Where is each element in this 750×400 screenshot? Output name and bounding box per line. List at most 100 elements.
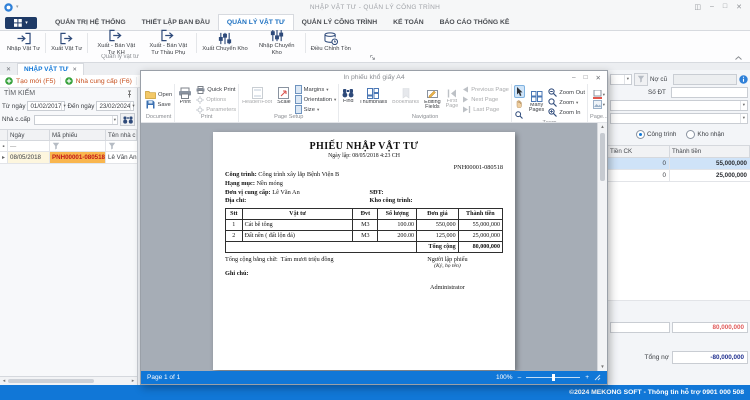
nha-cung-cap-button[interactable]: Nhà cung cấp (F6)	[65, 77, 137, 85]
ribbon-tab-bao-cao-thong-ke[interactable]: BÁO CÁO THỐNG KÊ	[432, 15, 518, 30]
column-header-ten-nha-cc[interactable]: Tên nhà c.c	[106, 130, 137, 140]
cell-thanh-tien[interactable]: 55,000,000	[670, 158, 750, 169]
last-page-button[interactable]: Last Page	[462, 105, 509, 114]
header-footer-button[interactable]: Header/Footer	[241, 87, 273, 112]
zoom-plus-icon[interactable]: +	[585, 374, 589, 381]
to-date-input[interactable]: 23/02/2024 ▾	[96, 101, 134, 111]
editing-fields-button[interactable]: Editing Fields	[423, 88, 441, 112]
previous-page-button[interactable]: Previous Page	[462, 85, 509, 94]
close-icon[interactable]: ✕	[596, 74, 601, 82]
grid-filter-row[interactable]: ▪ —	[0, 141, 137, 152]
nhap-vat-tu-button[interactable]: Nhập Vật Tư	[4, 31, 43, 53]
cell-tien-ck[interactable]: 0	[608, 158, 670, 169]
size-button[interactable]: Size▾	[295, 105, 337, 114]
find-button[interactable]: Find	[341, 88, 355, 111]
close-tab-icon[interactable]: ✕	[6, 66, 11, 73]
many-pages-button[interactable]: Many Pages	[528, 91, 545, 115]
combo-field[interactable]: ▾	[610, 113, 748, 124]
zoom-button[interactable]: Zoom▾	[548, 98, 585, 107]
table-row[interactable]: ▸ 08/05/2018 PNH00001-080518 Lê Văn An	[0, 152, 137, 164]
close-icon[interactable]: ✕	[736, 3, 742, 11]
resize-grip-icon[interactable]	[594, 374, 601, 381]
chevron-down-icon[interactable]: ▾	[61, 102, 66, 110]
search-button[interactable]	[120, 113, 135, 126]
info-icon[interactable]	[739, 75, 748, 84]
hand-tool-button[interactable]	[514, 99, 525, 109]
maximize-icon[interactable]: □	[584, 74, 588, 81]
sdt-field[interactable]	[671, 87, 748, 98]
scrollbar-thumb[interactable]	[8, 379, 94, 383]
filter-cell[interactable]	[50, 141, 106, 151]
style-icon[interactable]: ◫	[694, 3, 701, 11]
combo-field[interactable]: ▾	[610, 100, 748, 111]
radio-kho-nhan[interactable]	[686, 130, 695, 139]
maximize-icon[interactable]: □	[723, 3, 727, 11]
cell-code[interactable]: PNH00001-080518	[50, 152, 106, 163]
dialog-launcher-icon[interactable]	[370, 55, 375, 60]
tao-moi-button[interactable]: Tạo mới (F5)	[5, 77, 61, 85]
from-date-input[interactable]: 01/02/2017 ▾	[27, 101, 65, 111]
margins-button[interactable]: Margins▾	[295, 85, 337, 94]
dialog-title-bar[interactable]: In phiếu khổ giấy A4 – □ ✕	[141, 71, 607, 84]
filter-cell[interactable]	[106, 141, 137, 151]
supplier-combo[interactable]: ▾	[34, 115, 118, 125]
zoom-in-button[interactable]: Zoom In	[548, 108, 585, 117]
filter-button[interactable]	[634, 73, 648, 86]
table-row[interactable]: 0 55,000,000	[608, 158, 750, 170]
cell-supplier[interactable]: Lê Văn An	[106, 152, 137, 163]
app-menu-button[interactable]: ▾	[5, 17, 37, 29]
print-button[interactable]: Print	[177, 87, 193, 112]
column-header-ma-phieu[interactable]: Mã phiếu	[50, 130, 106, 140]
vertical-scrollbar[interactable]: ▲ ▼	[597, 123, 607, 371]
next-page-button[interactable]: Next Page	[462, 95, 509, 104]
column-header-ngay[interactable]: Ngày	[8, 130, 50, 140]
scrollbar-thumb[interactable]	[600, 133, 605, 181]
open-button[interactable]: Open	[145, 90, 172, 99]
minimize-icon[interactable]: –	[572, 74, 576, 81]
xuat-chuyen-kho-button[interactable]: Xuất Chuyển Kho	[199, 31, 250, 53]
cell-date[interactable]: 08/05/2018	[8, 152, 50, 163]
save-button[interactable]: Save	[146, 100, 170, 109]
cell-thanh-tien[interactable]: 25,000,000	[670, 170, 750, 181]
chevron-down-icon[interactable]: ▾	[112, 116, 117, 124]
quick-print-button[interactable]: Quick Print	[196, 85, 236, 94]
radio-cong-trinh[interactable]	[636, 130, 645, 139]
scroll-up-icon[interactable]: ▲	[598, 123, 607, 131]
ribbon-tab-quan-ly-vat-tu[interactable]: QUẢN LÝ VẬT TƯ	[218, 14, 294, 30]
slider-thumb[interactable]	[552, 374, 555, 381]
scroll-down-icon[interactable]: ▼	[598, 363, 607, 371]
scale-button[interactable]: Scale	[276, 87, 292, 112]
zoom-minus-icon[interactable]: –	[518, 374, 522, 381]
thumbnails-button[interactable]: Thumbnails	[358, 88, 388, 112]
column-header-tien-ck[interactable]: Tiền CK	[608, 146, 670, 157]
xuat-ban-vat-tu-kh-button[interactable]: Xuất - Bán Vật Tư KH	[90, 28, 142, 56]
watermark-button[interactable]: ▾	[593, 100, 605, 109]
options-button[interactable]: Options	[196, 95, 236, 104]
pointer-tool-button[interactable]	[514, 85, 525, 98]
pin-icon[interactable]	[126, 90, 133, 98]
close-icon[interactable]: ✕	[72, 67, 77, 73]
minimize-icon[interactable]: –	[710, 3, 714, 11]
parameters-button[interactable]: Parameters	[196, 105, 236, 114]
combo-field[interactable]: ▾	[610, 74, 632, 85]
column-header-thanh-tien[interactable]: Thành tiền	[670, 146, 750, 157]
table-row[interactable]: 0 25,000,000	[608, 170, 750, 182]
zoom-slider[interactable]	[526, 377, 580, 379]
first-page-button[interactable]: First Page	[445, 89, 460, 111]
xuat-vat-tu-button[interactable]: Xuất Vật Tư	[48, 31, 85, 53]
ribbon-tab-ke-toan[interactable]: KẾ TOÁN	[385, 15, 431, 30]
nhap-chuyen-kho-button[interactable]: Nhập Chuyển Kho	[251, 28, 303, 56]
chevron-down-icon[interactable]: ▾	[130, 102, 135, 110]
horizontal-scrollbar[interactable]: ◂ ▸	[0, 376, 137, 385]
orientation-button[interactable]: Orientation▾	[295, 95, 337, 104]
ribbon-tab-quan-ly-cong-trinh[interactable]: QUẢN LÝ CÔNG TRÌNH	[294, 15, 386, 30]
collapse-ribbon-icon[interactable]	[735, 56, 742, 60]
page-color-button[interactable]: ▾	[593, 90, 605, 99]
scroll-right-icon[interactable]: ▸	[129, 378, 137, 384]
scroll-left-icon[interactable]: ◂	[0, 378, 8, 384]
filter-cell[interactable]: —	[8, 141, 50, 151]
zoom-out-button[interactable]: Zoom Out	[548, 88, 585, 97]
dieu-chinh-ton-button[interactable]: Điều Chỉnh Tồn	[308, 31, 354, 53]
magnifier-tool-button[interactable]	[514, 110, 525, 120]
bookmarks-button[interactable]: Bookmarks	[391, 88, 420, 112]
